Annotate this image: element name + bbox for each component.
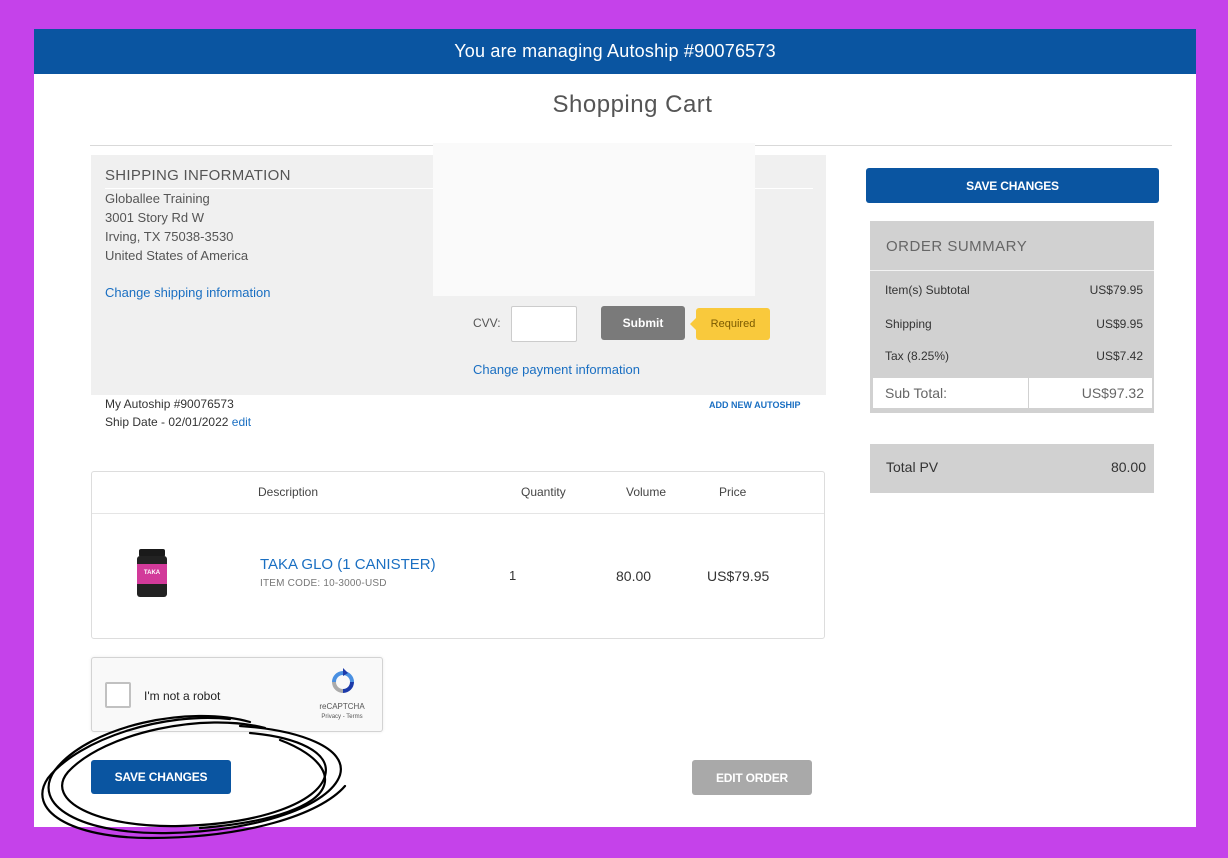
product-name-link[interactable]: TAKA GLO (1 CANISTER)	[260, 556, 436, 573]
order-summary: ORDER SUMMARY Item(s) Subtotal US$79.95 …	[870, 221, 1154, 413]
edit-order-button[interactable]: EDIT ORDER	[692, 760, 812, 795]
summary-value-subtotal: US$79.95	[1089, 283, 1143, 297]
cvv-input[interactable]	[511, 306, 577, 342]
table-header-divider	[92, 513, 824, 514]
address-line-city: Irving, TX 75038-3530	[105, 229, 234, 244]
product-price: US$79.95	[707, 568, 770, 584]
save-changes-button-top[interactable]: SAVE CHANGES	[866, 168, 1159, 203]
summary-value-sub-total: US$97.32	[1081, 385, 1144, 401]
shipping-heading: SHIPPING INFORMATION	[105, 167, 291, 184]
recaptcha-widget: I'm not a robot reCAPTCHA Privacy - Term…	[91, 657, 383, 732]
summary-subtotal-row: Sub Total: US$97.32	[872, 377, 1153, 409]
cart-items-table: Description Quantity Volume Price TAKA T…	[91, 471, 825, 639]
total-pv-box: Total PV 80.00	[870, 444, 1154, 493]
product-quantity: 1	[509, 568, 517, 583]
product-image: TAKA	[137, 549, 167, 597]
total-pv-label: Total PV	[886, 459, 939, 475]
recaptcha-checkbox[interactable]	[105, 682, 131, 708]
autoship-banner: You are managing Autoship #90076573	[34, 29, 1196, 74]
recaptcha-brand: reCAPTCHA	[319, 702, 365, 711]
order-summary-heading: ORDER SUMMARY	[886, 238, 1028, 255]
summary-label-sub-total: Sub Total:	[873, 378, 1029, 408]
ship-date-text: Ship Date - 02/01/2022	[105, 415, 229, 429]
required-tooltip: Required	[690, 308, 770, 340]
save-changes-button-bottom[interactable]: SAVE CHANGES	[91, 760, 231, 794]
recaptcha-label: I'm not a robot	[144, 689, 221, 703]
cvv-label: CVV:	[473, 316, 501, 330]
product-volume: 80.00	[616, 568, 652, 584]
ship-date-edit-link[interactable]: edit	[232, 415, 251, 429]
total-pv-value: 80.00	[1110, 459, 1146, 475]
banner-text: You are managing Autoship #90076573	[454, 41, 776, 61]
recaptcha-terms-link[interactable]: Privacy - Terms	[316, 714, 368, 720]
summary-value-shipping: US$9.95	[1096, 317, 1143, 331]
summary-value-tax: US$7.42	[1096, 349, 1143, 363]
column-header-quantity: Quantity	[521, 485, 566, 499]
summary-label-subtotal: Item(s) Subtotal	[885, 283, 970, 297]
summary-label-tax: Tax (8.25%)	[885, 349, 950, 363]
column-header-volume: Volume	[626, 485, 667, 499]
product-image-label: TAKA	[144, 570, 161, 576]
autoship-id: My Autoship #90076573	[105, 397, 234, 411]
change-payment-link[interactable]: Change payment information	[473, 362, 640, 377]
summary-label-shipping: Shipping	[885, 317, 932, 331]
address-line-name: Globallee Training	[105, 191, 210, 206]
order-summary-divider	[870, 270, 1154, 271]
add-new-autoship-link[interactable]: ADD NEW AUTOSHIP	[709, 400, 801, 410]
column-header-price: Price	[719, 485, 747, 499]
address-line-country: United States of America	[105, 248, 249, 263]
submit-cvv-button[interactable]: Submit	[601, 306, 685, 340]
ship-date: Ship Date - 02/01/2022 edit	[105, 415, 251, 429]
page-title: Shopping Cart	[552, 91, 713, 118]
page-frame: You are managing Autoship #90076573 Shop…	[34, 29, 1196, 827]
address-line-street: 3001 Story Rd W	[105, 210, 204, 225]
recaptcha-logo-icon	[332, 668, 354, 693]
shipping-payment-panel: SHIPPING INFORMATION Globallee Training …	[91, 143, 826, 395]
change-shipping-link[interactable]: Change shipping information	[105, 285, 271, 300]
column-header-description: Description	[258, 485, 319, 499]
payment-details-area	[433, 143, 755, 296]
product-item-code: ITEM CODE: 10-3000-USD	[260, 578, 387, 589]
